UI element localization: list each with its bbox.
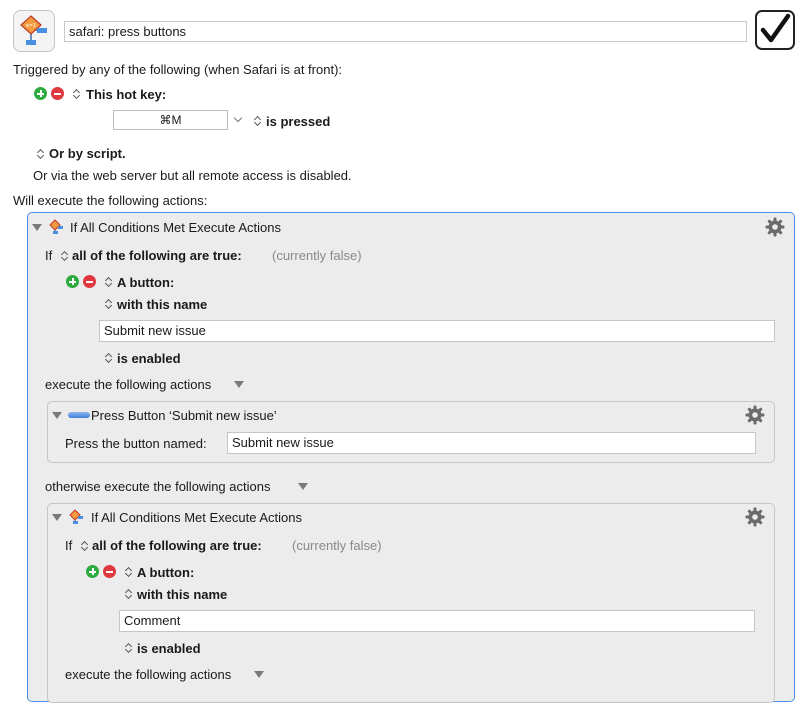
hot-key-condition-stepper-icon[interactable]: [254, 115, 262, 127]
press-button-field-label: Press the button named:: [65, 436, 207, 451]
inner-if-word: If: [65, 538, 73, 553]
inner-if-gear-icon[interactable]: [745, 507, 765, 527]
inner-condition-mode[interactable]: all of the following are true:: [92, 538, 262, 553]
inner-execute-actions-menu-icon[interactable]: [254, 671, 264, 678]
outer-condition-type[interactable]: A button:: [117, 275, 174, 290]
inner-if-disclosure-icon[interactable]: [52, 514, 62, 521]
press-button-gear-icon[interactable]: [745, 405, 765, 425]
actions-heading: Will execute the following actions:: [13, 193, 208, 208]
otherwise-execute-label: otherwise execute the following actions: [45, 479, 271, 494]
add-condition-button[interactable]: [66, 275, 79, 288]
inner-condition-type[interactable]: A button:: [137, 565, 194, 580]
execute-actions-menu-icon[interactable]: [234, 381, 244, 388]
add-trigger-button[interactable]: [34, 87, 47, 100]
inner-state-stepper-icon[interactable]: [125, 642, 133, 654]
inner-execute-label: execute the following actions: [65, 667, 232, 682]
hot-key-condition[interactable]: is pressed: [266, 114, 330, 129]
press-button-title: Press Button ‘Submit new issue’: [91, 408, 277, 423]
remove-trigger-button[interactable]: [51, 87, 64, 100]
inner-condition-mode-stepper-icon[interactable]: [81, 540, 89, 552]
if-then-else-icon: [48, 219, 64, 235]
macro-enabled-checkbox[interactable]: [755, 10, 795, 50]
otherwise-actions-menu-icon[interactable]: [298, 483, 308, 490]
inner-condition-type-stepper-icon[interactable]: [125, 566, 133, 578]
condition-type-stepper-icon[interactable]: [105, 276, 113, 288]
inner-condition-status: (currently false): [292, 538, 382, 553]
outer-condition-mode[interactable]: all of the following are true:: [72, 248, 242, 263]
checkmark-icon: [760, 13, 791, 43]
trigger-type-stepper-icon[interactable]: [73, 88, 81, 100]
hot-key-dropdown-icon[interactable]: [233, 113, 243, 123]
inner-if-title: If All Conditions Met Execute Actions: [91, 510, 302, 525]
press-button-disclosure-icon[interactable]: [52, 412, 62, 419]
outer-if-word: If: [45, 248, 53, 263]
outer-name-mode[interactable]: with this name: [117, 297, 207, 312]
state-stepper-icon[interactable]: [105, 352, 113, 364]
web-server-note: Or via the web server but all remote acc…: [33, 168, 352, 183]
inner-button-state[interactable]: is enabled: [137, 641, 201, 656]
inner-button-name-field[interactable]: Comment: [119, 610, 755, 632]
remove-condition-button[interactable]: [83, 275, 96, 288]
outer-condition-mode-stepper-icon[interactable]: [61, 250, 69, 262]
if-then-else-icon: [68, 509, 84, 525]
macro-icon[interactable]: a=1: [13, 10, 55, 52]
inner-name-mode-stepper-icon[interactable]: [125, 588, 133, 600]
new-trigger-stepper-icon[interactable]: [37, 148, 45, 160]
remove-inner-condition-button[interactable]: [103, 565, 116, 578]
hot-key-field[interactable]: ⌘M: [113, 110, 228, 130]
outer-if-gear-icon[interactable]: [765, 217, 785, 237]
outer-button-state[interactable]: is enabled: [117, 351, 181, 366]
inner-name-mode[interactable]: with this name: [137, 587, 227, 602]
macro-name-field[interactable]: safari: press buttons: [64, 21, 747, 42]
press-button-icon: [68, 412, 90, 418]
outer-if-disclosure-icon[interactable]: [32, 224, 42, 231]
outer-execute-label: execute the following actions: [45, 377, 212, 392]
press-button-name-field[interactable]: Submit new issue: [227, 432, 756, 454]
outer-condition-status: (currently false): [272, 248, 362, 263]
outer-button-name-field[interactable]: Submit new issue: [99, 320, 775, 342]
svg-text:a=1: a=1: [26, 23, 36, 29]
hot-key-trigger-label: This hot key:: [86, 87, 167, 102]
or-by-script-label[interactable]: Or by script.: [49, 146, 126, 161]
add-inner-condition-button[interactable]: [86, 565, 99, 578]
outer-if-title: If All Conditions Met Execute Actions: [70, 220, 281, 235]
triggers-heading: Triggered by any of the following (when …: [13, 62, 343, 77]
name-mode-stepper-icon[interactable]: [105, 298, 113, 310]
